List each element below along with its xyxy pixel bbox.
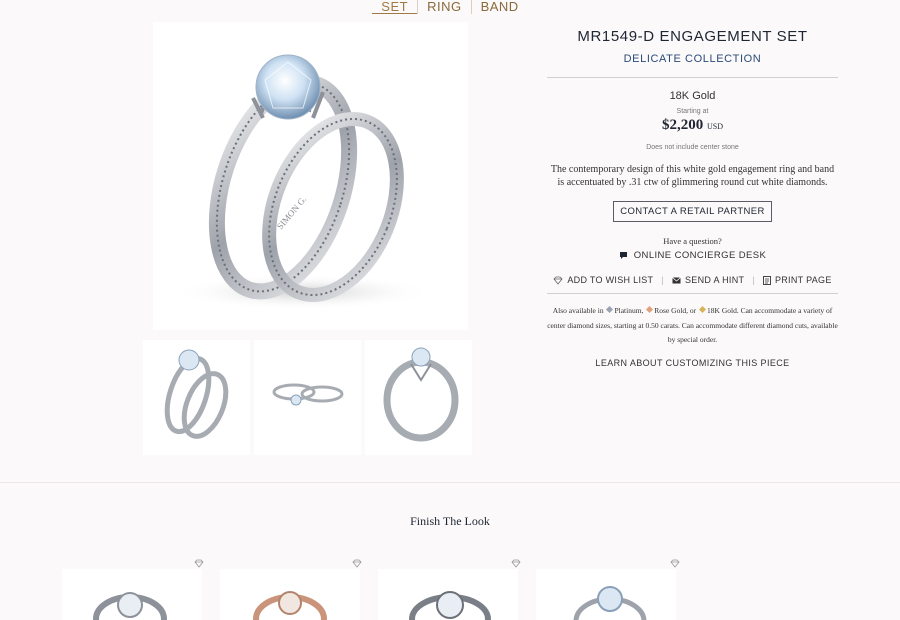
- product-info: MR1549-D ENGAGEMENT SET DELICATE COLLECT…: [547, 24, 838, 368]
- thumbnail-set-angle[interactable]: [143, 340, 250, 455]
- document-icon: [763, 275, 771, 285]
- also-available-text: Also available in Platinum, Rose Gold, o…: [547, 304, 838, 348]
- diamond-outline-icon: [553, 276, 563, 285]
- thumbnail-strip: [143, 340, 473, 455]
- chat-bubble-icon: [619, 252, 627, 259]
- online-concierge-link[interactable]: ONLINE CONCIERGE DESK: [619, 250, 766, 261]
- product-title: MR1549-D ENGAGEMENT SET: [577, 28, 808, 45]
- gold-label: 18K Gold.: [707, 306, 739, 315]
- contact-retail-partner-button[interactable]: CONTACT A RETAIL PARTNER: [613, 201, 772, 222]
- product-description: The contemporary design of this white go…: [550, 164, 835, 188]
- divider: [547, 293, 838, 294]
- center-stone-note: Does not include center stone: [646, 144, 739, 151]
- recommended-product-3[interactable]: [378, 569, 518, 620]
- rose-gold-label: Rose Gold, or: [654, 306, 697, 315]
- learn-customizing-link[interactable]: LEARN ABOUT CUSTOMIZING THIS PIECE: [547, 358, 838, 368]
- separator: |: [752, 275, 755, 285]
- collection-link[interactable]: DELICATE COLLECTION: [547, 53, 838, 65]
- print-page-link[interactable]: PRINT PAGE: [763, 275, 832, 285]
- recommendations: [62, 555, 702, 620]
- platinum-swatch: [606, 305, 614, 314]
- question-label: Have a question?: [663, 236, 722, 246]
- divider: [547, 77, 838, 78]
- metal-type: 18K Gold: [669, 90, 716, 102]
- gold-swatch: [699, 305, 707, 314]
- platinum-label: Platinum,: [614, 306, 644, 315]
- send-a-hint-link[interactable]: SEND A HINT: [672, 275, 744, 285]
- also-prefix: Also available in: [552, 306, 604, 315]
- price-currency: USD: [706, 122, 723, 131]
- tab-ring[interactable]: RING: [417, 0, 471, 14]
- tab-band[interactable]: BAND: [470, 0, 528, 14]
- separator: |: [661, 275, 664, 285]
- thumbnail-ring-side[interactable]: [365, 340, 472, 455]
- wish-list-label: ADD TO WISH LIST: [567, 275, 654, 285]
- rose-gold-swatch: [646, 305, 654, 314]
- price-value: $2,200: [661, 117, 704, 133]
- add-to-wish-list-link[interactable]: ADD TO WISH LIST: [553, 275, 653, 285]
- concierge-label: ONLINE CONCIERGE DESK: [633, 250, 767, 261]
- print-page-label: PRINT PAGE: [774, 275, 832, 285]
- thumbnail-set-flat[interactable]: [254, 340, 361, 455]
- finish-the-look-heading: Finish The Look: [410, 514, 490, 528]
- main-product-image: SIMON G.: [153, 22, 468, 330]
- recommended-product-1[interactable]: [62, 569, 202, 620]
- envelope-icon: [672, 276, 681, 283]
- price: $2,200 USD: [547, 117, 838, 134]
- action-links: ADD TO WISH LIST | SEND A HINT | PRINT P…: [547, 275, 838, 285]
- send-hint-label: SEND A HINT: [684, 275, 745, 285]
- recommended-product-2[interactable]: [220, 569, 360, 620]
- section-divider: [0, 482, 900, 483]
- recommended-product-4[interactable]: [536, 569, 676, 620]
- view-tabs: SET RING BAND: [0, 0, 900, 16]
- tab-set[interactable]: SET: [372, 0, 418, 14]
- starting-at-label: Starting at: [676, 108, 709, 115]
